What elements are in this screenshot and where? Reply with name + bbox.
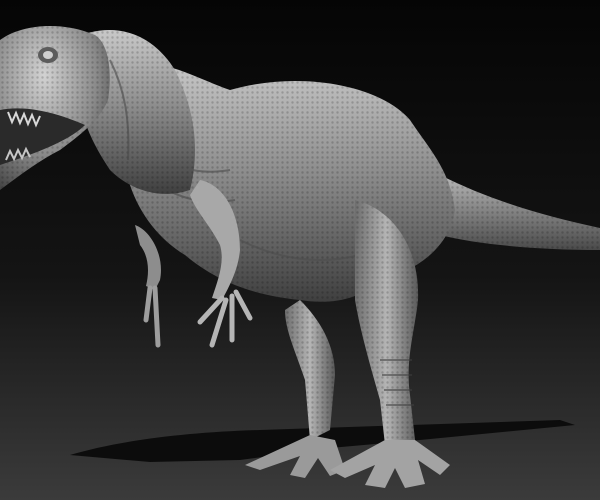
sculpt-render	[0, 0, 600, 500]
render-viewport	[0, 0, 600, 500]
